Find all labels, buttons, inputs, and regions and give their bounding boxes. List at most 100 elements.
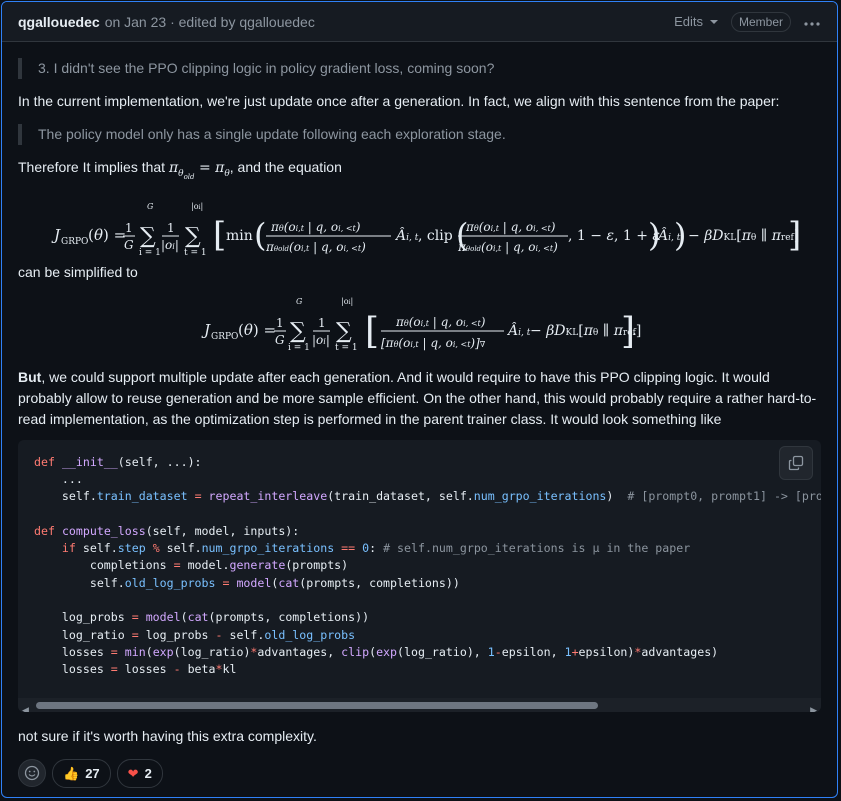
svg-text:Âi, t: Âi, t (394, 226, 419, 244)
svg-text:[: [ (365, 311, 379, 352)
svg-text:min: min (226, 228, 253, 244)
code-line-13: losses = losses - beta*kl (34, 662, 237, 677)
scroll-thumb[interactable] (36, 701, 598, 709)
horizontal-scrollbar[interactable]: ◀ ▶ (18, 697, 821, 712)
code-line-2: ... (34, 471, 83, 486)
reaction-thumbs-up[interactable]: 👍 27 (52, 758, 111, 788)
paragraph-current-implementation: In the current implementation, we're jus… (18, 93, 780, 109)
svg-text:|oi|: |oi| (191, 202, 203, 211)
svg-text:∑: ∑ (290, 319, 306, 344)
code-line-11: log_ratio = log_probs - self.old_log_pro… (34, 627, 356, 642)
paragraph-implies: Therefore It implies that πθold = πθ, an… (18, 157, 821, 188)
triangle-down-icon (709, 19, 718, 24)
author-name[interactable]: qgallouedec (18, 14, 100, 30)
role-badge: Member (730, 11, 791, 32)
reaction-heart[interactable]: ❤ 2 (116, 758, 163, 788)
kebab-horizontal-icon[interactable] (803, 11, 821, 32)
svg-text:G: G (296, 297, 303, 306)
code-line-10: log_probs = model(cat(prompts, completio… (34, 610, 370, 625)
svg-text:πθ(oi,t | q, oi, <t): πθ(oi,t | q, oi, <t) (395, 315, 486, 329)
but-text: , we could support multiple update after… (18, 368, 817, 427)
svg-text:πθ(oi,t | q, oi, <t): πθ(oi,t | q, oi, <t) (465, 220, 556, 234)
heart-icon: ❤ (127, 765, 139, 781)
svg-text:1: 1 (276, 316, 284, 330)
svg-text:G: G (275, 333, 285, 347)
edits-dropdown[interactable]: Edits (674, 14, 719, 29)
svg-text:|oi|: |oi| (341, 297, 353, 306)
svg-text:πθold(oi,t | q, oi, <t): πθold(oi,t | q, oi, <t) (265, 240, 366, 254)
svg-text:πθold(oi,t | q, oi, <t): πθold(oi,t | q, oi, <t) (457, 240, 558, 254)
svg-text:G: G (147, 202, 154, 211)
svg-text:(: ( (88, 226, 94, 244)
code-content: def __init__(self, ...): ... self.train_… (18, 440, 821, 679)
svg-text:GRPO: GRPO (211, 332, 238, 342)
implies-prefix: Therefore It implies that (18, 159, 169, 175)
smiley-icon (24, 765, 40, 781)
svg-text:GRPO: GRPO (61, 237, 88, 247)
svg-text:G: G (124, 238, 134, 252)
svg-text:1: 1 (125, 221, 133, 235)
svg-text:∑: ∑ (336, 319, 352, 344)
code-line-6: if self.step % self.num_grpo_iterations … (61, 541, 691, 556)
code-line-12: losses = min(exp(log_ratio)*advantages, … (34, 644, 719, 659)
scroll-right-icon[interactable]: ▶ (810, 700, 817, 712)
quote-question: 3. I didn't see the PPO clipping logic i… (18, 58, 821, 79)
svg-text:|oi|: |oi| (312, 333, 330, 347)
svg-text:− βDKL[πθ ∥ πref]: − βDKL[πθ ∥ πref] (688, 228, 799, 244)
svg-text:|oi|: |oi| (161, 238, 179, 252)
code-block[interactable]: def __init__(self, ...): ... self.train_… (18, 439, 821, 712)
heart-count: 2 (144, 765, 152, 781)
paragraph-but: But, we could support multiple update af… (18, 367, 821, 430)
comment-meta[interactable]: on Jan 23 · edited by qgallouedec (105, 14, 315, 30)
svg-text:, 1 − ε, 1 + ε: , 1 − ε, 1 + ε (568, 228, 660, 244)
equation-grpo-simplified: J GRPO (θ) = 1 G G ∑ i = 1 1 |oi| |oi| ∑ t… (18, 295, 821, 367)
code-line-5: def compute_loss(self, model, inputs): (34, 523, 300, 538)
scroll-left-icon[interactable]: ◀ (22, 700, 29, 712)
svg-text:1: 1 (167, 221, 175, 235)
paragraph-not-sure: not sure if it's worth having this extra… (18, 727, 317, 744)
paragraph-simplified: can be simplified to (18, 263, 138, 280)
svg-text:t = 1: t = 1 (184, 248, 207, 258)
svg-text:, clip: , clip (418, 228, 453, 244)
svg-text:∑: ∑ (140, 224, 156, 249)
equation-grpo-full: J GRPO (θ) = 1G G ∑ i = 1 1 |oi| |oi| ∑ t… (18, 200, 821, 262)
svg-text:]: ] (788, 215, 801, 255)
svg-text:πθ(oi,t | q, oi, <t): πθ(oi,t | q, oi, <t) (270, 220, 361, 234)
copy-icon (788, 455, 804, 470)
svg-text:[πθ(oi,t | q, oi, <t)]∇: [πθ(oi,t | q, oi, <t)]∇ (381, 336, 486, 350)
svg-text:(θ) =: (θ) = (238, 321, 276, 339)
copy-button[interactable] (779, 445, 813, 480)
svg-text:i = 1: i = 1 (139, 248, 161, 258)
reactions-bar: 👍 27 ❤ 2 (18, 758, 821, 788)
inline-math-pi: πθold = πθ (168, 160, 230, 181)
svg-text:.: . (632, 321, 637, 339)
svg-text:∑: ∑ (185, 224, 201, 249)
quote-paper-text: The policy model only has a single updat… (38, 126, 506, 142)
comment-card: qgallouedec on Jan 23 · edited by qgallo… (1, 1, 838, 798)
svg-text:Âi, t: Âi, t (506, 321, 531, 339)
thumbs-up-icon: 👍 (63, 765, 80, 781)
code-line-7: completions = model.generate(prompts) (34, 558, 349, 573)
add-reaction-button[interactable] (18, 759, 46, 788)
svg-text:) =: ) = (103, 226, 126, 244)
svg-text:): ) (674, 216, 686, 254)
svg-text:1: 1 (318, 316, 326, 330)
thumbs-up-count: 27 (85, 765, 100, 781)
comment-body: 3. I didn't see the PPO clipping logic i… (2, 42, 837, 788)
but-bold: But (18, 368, 42, 385)
header-actions: Edits Member (674, 11, 821, 32)
svg-text:[: [ (213, 215, 226, 255)
code-line-3: self.train_dataset = repeat_interleave(t… (34, 489, 821, 504)
implies-suffix: , and the equation (229, 159, 342, 175)
edits-label: Edits (674, 14, 703, 29)
quote-question-text: 3. I didn't see the PPO clipping logic i… (38, 60, 495, 76)
svg-text:i = 1: i = 1 (288, 343, 310, 353)
svg-text:(: ( (254, 216, 266, 254)
comment-header: qgallouedec on Jan 23 · edited by qgallo… (2, 2, 837, 42)
code-line-8: self.old_log_probs = model(cat(prompts, … (34, 575, 460, 590)
svg-text:θ: θ (94, 226, 103, 244)
code-line-1: def __init__(self, ...): (34, 454, 202, 469)
svg-text:J: J (51, 226, 61, 244)
svg-text:t = 1: t = 1 (335, 343, 358, 353)
quote-paper: The policy model only has a single updat… (18, 124, 821, 145)
